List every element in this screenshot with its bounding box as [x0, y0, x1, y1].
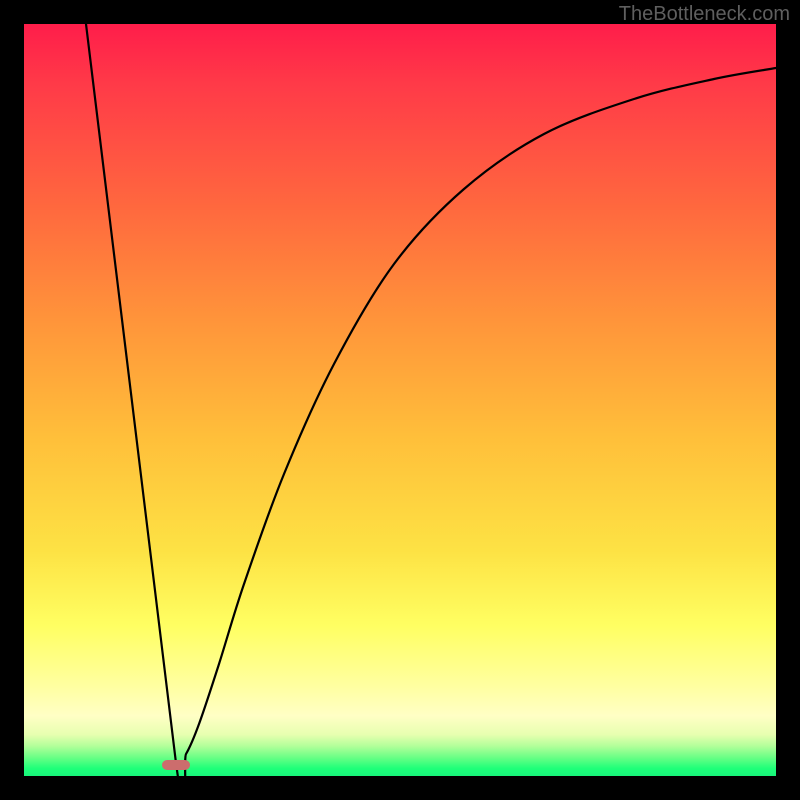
optimal-marker [162, 760, 190, 770]
bottleneck-curve [24, 24, 776, 776]
chart-frame: TheBottleneck.com [0, 0, 800, 800]
watermark-text: TheBottleneck.com [619, 3, 790, 26]
plot-area [24, 24, 776, 776]
